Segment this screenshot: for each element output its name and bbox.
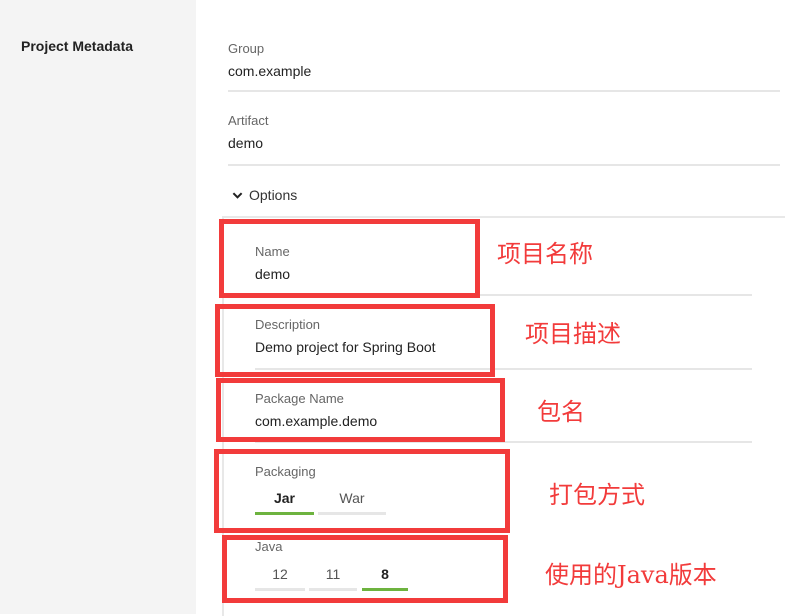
- java-label: Java: [255, 539, 283, 554]
- package-name-input[interactable]: com.example.demo: [255, 412, 377, 430]
- left-panel: [0, 0, 196, 614]
- name-input[interactable]: demo: [255, 265, 290, 283]
- java-option-8[interactable]: 8: [362, 566, 408, 591]
- group-label: Group: [228, 41, 265, 56]
- options-toggle[interactable]: Options: [232, 187, 297, 203]
- annotation-name: 项目名称: [497, 240, 593, 268]
- java-option-11[interactable]: 11: [309, 566, 357, 591]
- name-label: Name: [255, 244, 290, 259]
- name-field[interactable]: Name demo: [255, 244, 290, 283]
- package-name-field[interactable]: Package Name com.example.demo: [255, 391, 377, 430]
- options-label: Options: [249, 187, 298, 203]
- artifact-underline: [228, 164, 780, 166]
- artifact-label: Artifact: [228, 113, 269, 128]
- description-input[interactable]: Demo project for Spring Boot: [255, 338, 436, 356]
- packaging-option-jar[interactable]: Jar: [255, 490, 314, 515]
- artifact-input[interactable]: demo: [228, 134, 268, 152]
- java-option-12[interactable]: 12: [255, 566, 305, 591]
- group-field[interactable]: Group com.example: [228, 41, 311, 80]
- description-label: Description: [255, 317, 321, 332]
- packaging-option-war[interactable]: War: [318, 490, 386, 515]
- artifact-field[interactable]: Artifact demo: [228, 113, 268, 152]
- package-name-label: Package Name: [255, 391, 344, 406]
- name-underline: [255, 294, 752, 296]
- annotation-description: 项目描述: [525, 320, 621, 348]
- annotation-packaging: 打包方式: [549, 481, 645, 509]
- section-title: Project Metadata: [21, 38, 134, 54]
- annotation-package: 包名: [537, 398, 585, 426]
- annotation-java: 使用的Java版本: [545, 561, 717, 589]
- packaging-label: Packaging: [255, 464, 316, 479]
- description-underline: [255, 368, 752, 370]
- chevron-down-icon: [232, 191, 243, 199]
- group-underline: [228, 90, 780, 92]
- java-field: Java: [255, 539, 282, 555]
- description-field[interactable]: Description Demo project for Spring Boot: [255, 317, 436, 356]
- packaging-field: Packaging: [255, 464, 316, 480]
- package-name-underline: [255, 441, 752, 443]
- group-input[interactable]: com.example: [228, 62, 311, 80]
